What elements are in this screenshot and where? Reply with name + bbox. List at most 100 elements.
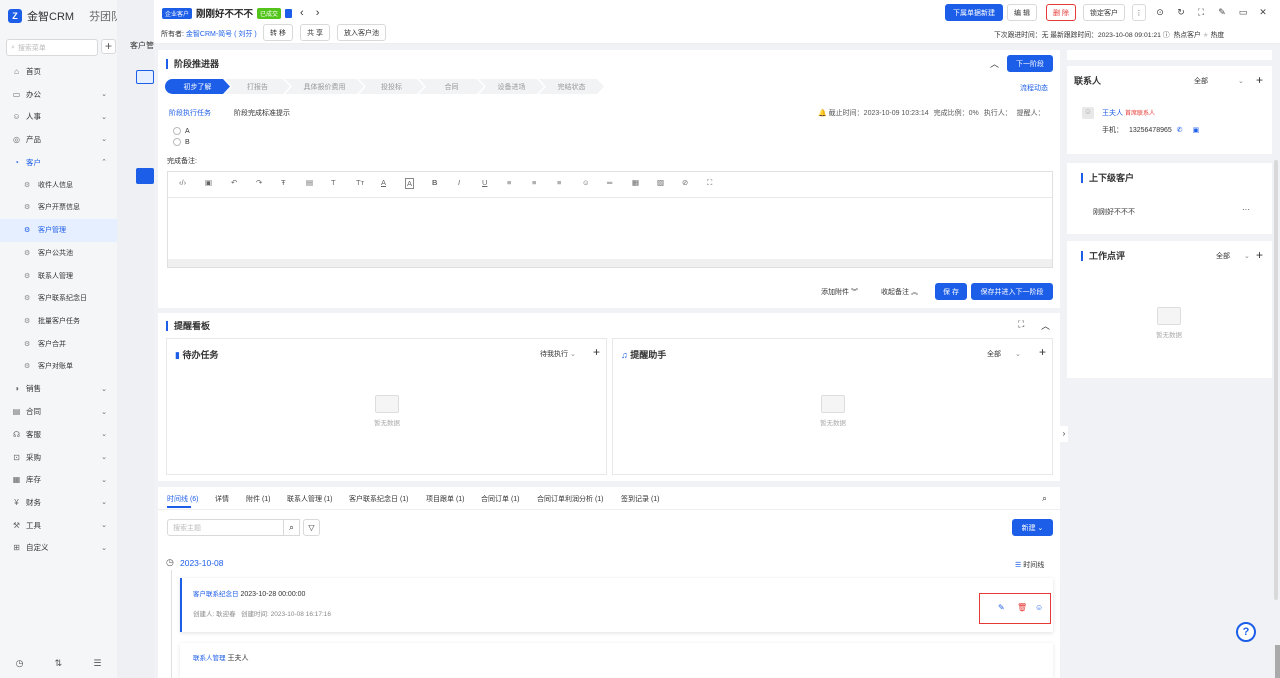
sidebar-sub-customer-manage[interactable]: ⚙ 客户管理 — [0, 218, 117, 242]
timeline-entry[interactable]: 客户联系纪念日 2023-10-28 00:00:00 创建人: 耿迎春 创建时… — [180, 578, 1053, 632]
add-task-icon[interactable]: + — [593, 345, 600, 359]
side-toggle-icon[interactable]: › — [1060, 426, 1068, 442]
sidebar-item-tools[interactable]: ⚒ 工具 ⌄ — [0, 514, 117, 537]
new-sub-document-button[interactable]: 下属单据新建 — [945, 4, 1003, 21]
font-size-icon[interactable]: Tт — [356, 178, 364, 187]
sidebar-item-home[interactable]: ⌂ 首页 — [0, 60, 117, 83]
edit-icon[interactable]: ✎ — [998, 603, 1005, 612]
tab-details[interactable]: 详情 — [215, 494, 229, 504]
font-color-icon[interactable]: A — [381, 178, 386, 187]
add-contact-icon[interactable]: + — [1256, 73, 1263, 87]
stage-step[interactable]: 合同 — [419, 79, 484, 94]
entry-type[interactable]: 客户联系纪念日 — [193, 591, 239, 598]
checklist-item[interactable]: A — [173, 127, 190, 135]
fullscreen-icon[interactable]: ⛶ — [1193, 4, 1209, 20]
add-review-icon[interactable]: + — [1256, 248, 1263, 262]
stage-step[interactable]: 初步了解 — [165, 79, 230, 94]
lock-customer-button[interactable]: 锁定客户 — [1083, 4, 1125, 21]
collapse-remark-button[interactable]: 收起备注 ︽ — [881, 287, 918, 297]
entry-type[interactable]: 联系人管理 — [193, 655, 226, 662]
add-reminder-icon[interactable]: + — [1039, 345, 1046, 359]
stage-step[interactable]: 具体报价费用 — [285, 79, 364, 94]
sidebar-sub-contacts[interactable]: ⚙ 联系人管理 — [0, 264, 117, 287]
sidebar-item-purchase[interactable]: ⊡ 采购 ⌄ — [0, 446, 117, 469]
brand[interactable]: Z 金智CRM 芬团队 — [8, 8, 122, 24]
stage-task-tab[interactable]: 阶段执行任务 — [169, 108, 211, 118]
next-record-icon[interactable]: › — [316, 7, 320, 19]
sidebar-item-contract[interactable]: ▤ 合同 ⌄ — [0, 400, 117, 423]
menu-search-input[interactable]: ⌕ 搜索菜单 — [6, 39, 98, 56]
tab-contacts[interactable]: 联系人管理 (1) — [287, 494, 333, 504]
share-button[interactable]: 共 享 — [300, 24, 330, 41]
align-center-icon[interactable]: ≡ — [532, 178, 536, 187]
add-attachment-button[interactable]: 添加附件 ︾ — [821, 287, 858, 297]
save-draft-icon[interactable]: ▣ — [205, 178, 212, 187]
link-icon[interactable]: ✎ — [1214, 4, 1230, 20]
trash-icon[interactable]: 🗑 — [1017, 603, 1027, 612]
move-to-pool-button[interactable]: 放入客户池 — [337, 24, 386, 41]
parent-customer-item[interactable]: 刚刚好不不不 — [1093, 207, 1135, 217]
collapse-up-icon[interactable]: ︿ — [990, 57, 999, 70]
settings-list-icon[interactable]: ☰ — [93, 658, 101, 669]
tab-orders[interactable]: 合同订单 (1) — [481, 494, 520, 504]
stage-standard-tab[interactable]: 阶段完成标准提示 — [234, 108, 290, 118]
delete-button[interactable]: 删 除 — [1046, 4, 1076, 21]
search-icon[interactable]: ⌕ — [283, 519, 300, 536]
fullscreen-editor-icon[interactable]: ⛶ — [707, 178, 712, 188]
stage-step[interactable]: 打报告 — [225, 79, 290, 94]
tab-attachments[interactable]: 附件 (1) — [246, 494, 271, 504]
stage-step[interactable]: 完结状态 — [539, 79, 604, 94]
edit-button[interactable]: 编 辑 — [1007, 4, 1037, 21]
filter-icon[interactable]: ▽ — [303, 519, 320, 536]
right-scrollbar[interactable] — [1274, 160, 1278, 600]
contact-name[interactable]: 王夫人 — [1102, 110, 1123, 117]
sidebar-sub-anniversary[interactable]: ⚙ 客户联系纪念日 — [0, 287, 117, 310]
review-filter-select[interactable]: 全部 ⌄ — [1216, 251, 1250, 261]
timeline-view-toggle[interactable]: ☰ 时间线 — [1015, 560, 1044, 570]
comment-icon[interactable]: ☺ — [1035, 603, 1043, 612]
page-scrollbar[interactable] — [1275, 645, 1280, 678]
table-icon[interactable]: ▦ — [632, 178, 639, 187]
document-icon[interactable] — [285, 8, 293, 18]
sidebar-item-hr[interactable]: ☺ 人事 ⌄ — [0, 105, 117, 128]
checklist-item[interactable]: B — [173, 138, 190, 146]
align-right-icon[interactable]: ≡ — [557, 178, 561, 187]
timeline-entry[interactable]: 联系人管理 王夫人 — [180, 643, 1053, 678]
sidebar-sub-recipient[interactable]: ⚙ 收件人信息 — [0, 173, 117, 196]
remark-textarea[interactable] — [168, 198, 1052, 260]
text-icon[interactable]: T — [331, 178, 336, 187]
star-icon[interactable]: ★ — [1203, 32, 1209, 39]
flow-dynamics-link[interactable]: 流程动态 — [1020, 83, 1048, 93]
owner-value[interactable]: 金智CRM-简号 ( 刘芬 ) — [186, 31, 257, 38]
undo-icon[interactable]: ↶ — [231, 178, 237, 187]
timeline-search-input[interactable]: 搜索主题 — [167, 519, 284, 536]
message-icon[interactable]: ▣ — [1193, 127, 1200, 134]
emoji-icon[interactable]: ☺ — [582, 178, 590, 187]
new-record-button[interactable]: 新建 ⌄ — [1012, 519, 1053, 536]
underline-icon[interactable]: U — [482, 178, 487, 187]
more-icon[interactable]: ⋮ — [1132, 4, 1146, 21]
attachment-icon[interactable]: ⊘ — [682, 178, 688, 187]
contacts-filter-select[interactable]: 全部 ⌄ — [1194, 76, 1244, 86]
assistant-filter-select[interactable]: 全部 ⌄ — [987, 349, 1021, 359]
sidebar-item-service[interactable]: ☊ 客服 ⌄ — [0, 423, 117, 446]
minimize-icon[interactable]: ▭ — [1235, 4, 1251, 20]
sidebar-sub-invoice[interactable]: ⚙ 客户开票信息 — [0, 196, 117, 219]
sort-icon[interactable]: ⇅ — [55, 658, 63, 669]
phone-icon[interactable]: ✆ — [1177, 127, 1183, 134]
todo-filter-select[interactable]: 待我执行 ⌄ — [540, 349, 576, 359]
stage-step[interactable]: 设备进场 — [479, 79, 544, 94]
search-icon[interactable]: ⌕ — [1042, 493, 1047, 504]
refresh-icon[interactable]: ↻ — [1173, 4, 1189, 20]
paste-icon[interactable]: ▤ — [306, 178, 313, 187]
redo-icon[interactable]: ↷ — [256, 178, 262, 187]
tab-checkin[interactable]: 签到记录 (1) — [621, 494, 660, 504]
sidebar-item-custom[interactable]: ⊞ 自定义 ⌄ — [0, 536, 117, 559]
divider-icon[interactable]: ═ — [607, 178, 612, 187]
tab-timeline[interactable]: 时间线 (6) — [167, 494, 199, 504]
tab-profit[interactable]: 合同订单利润分析 (1) — [537, 494, 604, 504]
save-button[interactable]: 保 存 — [935, 283, 967, 300]
prev-record-icon[interactable]: ‹ — [300, 7, 304, 19]
sidebar-sub-batch-task[interactable]: ⚙ 批量客户任务 — [0, 310, 117, 333]
sidebar-item-customer[interactable]: ◔ 客户 ⌃ — [0, 151, 117, 174]
